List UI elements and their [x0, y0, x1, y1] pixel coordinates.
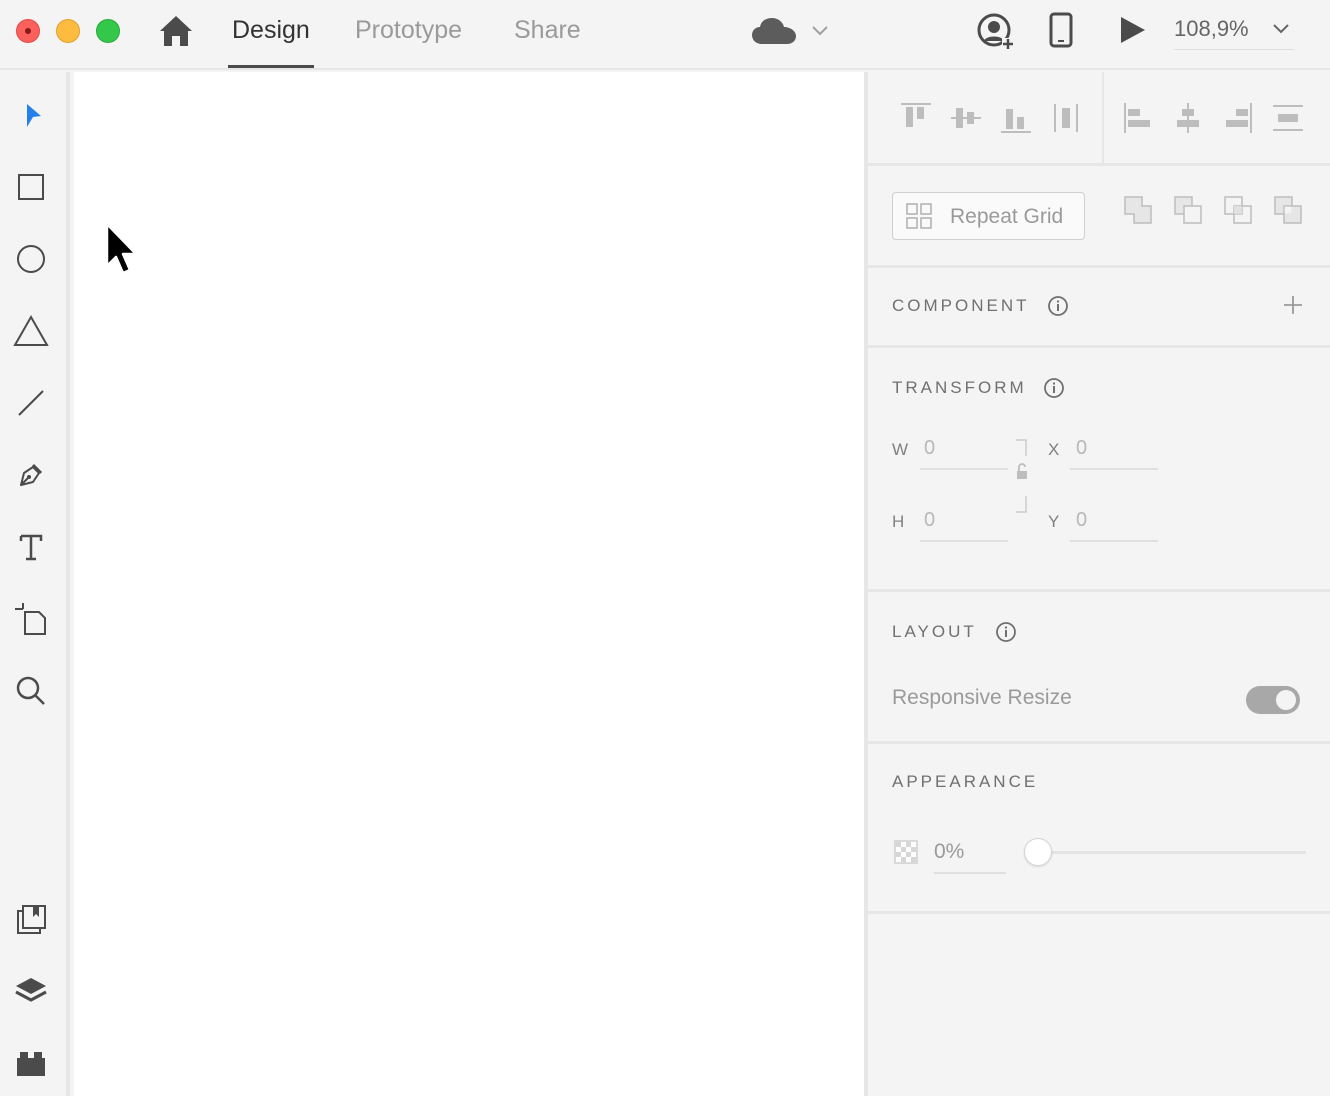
- tool-bar: [0, 72, 70, 1096]
- assets-icon: [17, 905, 46, 934]
- y-label: Y: [1048, 512, 1061, 531]
- x-label: X: [1048, 440, 1061, 459]
- height-underline: [920, 540, 1008, 542]
- width-label: W: [892, 440, 910, 459]
- tab-share[interactable]: Share: [514, 16, 581, 68]
- mouse-cursor-icon: [105, 222, 138, 275]
- select-arrow-icon: [27, 104, 41, 127]
- device-preview-icon[interactable]: [1048, 12, 1074, 48]
- plugins-panel-button[interactable]: [10, 1042, 52, 1084]
- pen-icon: [20, 463, 43, 486]
- grid-icon: [906, 203, 932, 229]
- opacity-checker-icon: [894, 840, 918, 864]
- add-component-icon[interactable]: [1282, 294, 1304, 316]
- transform-title: TRANSFORM: [892, 378, 1027, 397]
- boolean-subtract-icon[interactable]: [1172, 194, 1204, 226]
- line-tool[interactable]: [10, 382, 52, 424]
- search-icon: [16, 676, 45, 705]
- responsive-resize-label: Responsive Resize: [892, 686, 1072, 709]
- layout-section: LAYOUT Responsive Resize: [868, 592, 1330, 744]
- text-tool[interactable]: [10, 526, 52, 568]
- opacity-underline: [934, 872, 1006, 874]
- tab-prototype[interactable]: Prototype: [355, 16, 462, 68]
- ellipse-tool[interactable]: [10, 238, 52, 280]
- rectangle-icon: [18, 174, 44, 200]
- rectangle-tool[interactable]: [10, 166, 52, 208]
- opacity-input[interactable]: 0%: [934, 840, 964, 864]
- property-inspector: Repeat Grid COMPONENT TRANSFORM W 0 X 0 …: [864, 72, 1330, 1096]
- component-section: COMPONENT: [868, 268, 1330, 348]
- align-left-icon[interactable]: [1120, 100, 1156, 136]
- x-input[interactable]: 0: [1076, 437, 1087, 460]
- plugins-icon: [17, 1052, 45, 1076]
- responsive-resize-toggle[interactable]: [1246, 686, 1300, 714]
- transform-section: TRANSFORM W 0 X 0 H 0 Y 0: [868, 348, 1330, 592]
- window-close-button[interactable]: [16, 19, 40, 43]
- align-middle-icon[interactable]: [948, 100, 984, 136]
- artboard-icon: [15, 603, 46, 635]
- title-bar: Design Prototype Share 108,9%: [0, 0, 1330, 70]
- select-tool[interactable]: [10, 94, 52, 136]
- line-icon: [18, 390, 44, 416]
- home-icon[interactable]: [158, 14, 194, 48]
- component-title: COMPONENT: [892, 296, 1030, 315]
- boolean-intersect-icon[interactable]: [1222, 194, 1254, 226]
- align-top-icon[interactable]: [898, 100, 934, 136]
- lock-icon[interactable]: [1012, 436, 1032, 516]
- width-input[interactable]: 0: [924, 437, 935, 460]
- text-icon: [19, 534, 43, 561]
- height-input[interactable]: 0: [924, 509, 935, 532]
- width-underline: [920, 468, 1008, 470]
- align-right-icon[interactable]: [1220, 100, 1256, 136]
- repeat-grid-label: Repeat Grid: [950, 205, 1064, 228]
- layers-icon: [15, 978, 47, 1002]
- opacity-slider-track[interactable]: [1036, 851, 1306, 854]
- cloud-icon[interactable]: [750, 14, 798, 48]
- align-center-icon[interactable]: [1170, 100, 1206, 136]
- polygon-tool[interactable]: [10, 310, 52, 352]
- boolean-add-icon[interactable]: [1122, 194, 1154, 226]
- invite-user-icon[interactable]: [976, 12, 1016, 52]
- boolean-exclude-icon[interactable]: [1272, 194, 1304, 226]
- artboard-tool[interactable]: [10, 598, 52, 640]
- info-icon[interactable]: [1043, 377, 1065, 399]
- play-icon[interactable]: [1116, 14, 1148, 46]
- align-divider: [1102, 72, 1104, 166]
- opacity-slider-thumb[interactable]: [1024, 838, 1052, 866]
- window-minimize-button[interactable]: [56, 19, 80, 43]
- layers-panel-button[interactable]: [10, 970, 52, 1012]
- repeat-grid-button[interactable]: Repeat Grid: [892, 192, 1085, 240]
- assets-panel-button[interactable]: [10, 898, 52, 940]
- appearance-section: APPEARANCE 0%: [868, 744, 1330, 914]
- y-input[interactable]: 0: [1076, 509, 1087, 532]
- height-label: H: [892, 512, 906, 531]
- pen-tool[interactable]: [10, 454, 52, 496]
- y-underline: [1070, 540, 1158, 542]
- info-icon[interactable]: [1047, 295, 1069, 317]
- distribute-vertical-icon[interactable]: [1270, 100, 1306, 136]
- tab-design[interactable]: Design: [228, 16, 314, 68]
- x-underline: [1070, 468, 1158, 470]
- chevron-down-icon[interactable]: [810, 20, 830, 40]
- triangle-icon: [13, 314, 49, 346]
- appearance-title: APPEARANCE: [892, 772, 1039, 791]
- align-section: [868, 72, 1330, 166]
- repeat-grid-section: Repeat Grid: [868, 166, 1330, 268]
- align-bottom-icon[interactable]: [998, 100, 1034, 136]
- ellipse-icon: [17, 245, 45, 273]
- info-icon[interactable]: [995, 621, 1017, 643]
- layout-title: LAYOUT: [892, 622, 977, 641]
- zoom-tool[interactable]: [10, 670, 52, 712]
- window-maximize-button[interactable]: [96, 19, 120, 43]
- chevron-down-icon[interactable]: [1270, 18, 1292, 40]
- distribute-horizontal-icon[interactable]: [1048, 100, 1084, 136]
- design-canvas[interactable]: [74, 72, 864, 1096]
